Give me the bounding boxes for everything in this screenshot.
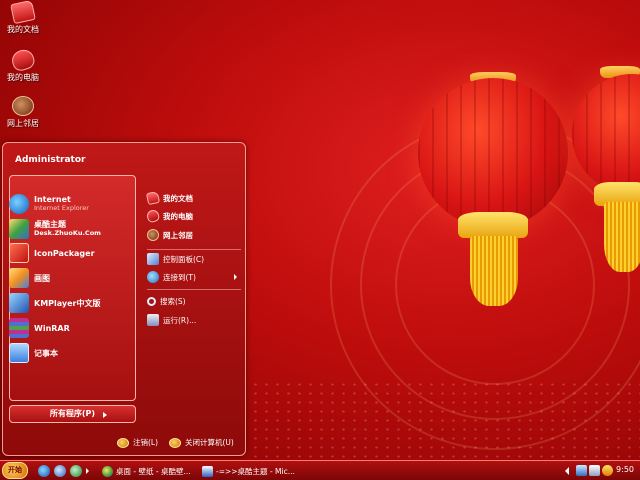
kmplayer-icon — [9, 293, 29, 313]
taskbar-item-word[interactable]: -=>>桌酷主题 - Mic... — [200, 463, 295, 479]
pinned-item-notepad[interactable]: 记事本 — [9, 342, 125, 364]
power-icon — [169, 437, 181, 448]
menu-item-network-places[interactable]: 网上邻居 — [147, 227, 241, 243]
pinned-item-name: IconPackager — [34, 248, 95, 258]
menu-item-connect-to[interactable]: 连接到(T) — [147, 269, 241, 285]
desktop-icon-label: 我的电脑 — [7, 73, 39, 82]
pinned-item-internet[interactable]: Internet Internet Explorer — [9, 193, 125, 215]
browser-icon — [102, 465, 113, 477]
menu-item-run[interactable]: 运行(R)... — [147, 312, 241, 328]
menu-item-my-documents[interactable]: 我的文档 — [145, 190, 241, 206]
pinned-item-kmplayer[interactable]: KMPlayer中文版 — [9, 292, 125, 314]
menu-item-control-panel[interactable]: 控制面板(C) — [147, 251, 241, 267]
folder-icon — [145, 190, 161, 206]
winrar-icon — [9, 318, 29, 338]
media-quicklaunch-icon[interactable] — [70, 465, 82, 477]
ie-quicklaunch-icon[interactable] — [38, 465, 50, 477]
more-quicklaunch-icon[interactable] — [86, 468, 92, 474]
pinned-item-iconpackager[interactable]: IconPackager — [9, 242, 125, 264]
word-icon — [202, 465, 213, 477]
control-panel-icon — [147, 253, 159, 265]
menu-item-label: 我的文档 — [163, 193, 193, 203]
shutdown-label: 关闭计算机(U) — [185, 438, 234, 447]
menu-item-label: 连接到(T) — [163, 272, 196, 282]
desktop-icon-label: 网上邻居 — [7, 119, 39, 128]
desktop-icon-my-computer[interactable]: 我的电脑 — [0, 47, 46, 83]
network-icon — [12, 96, 34, 116]
menu-item-my-computer[interactable]: 我的电脑 — [145, 208, 241, 224]
pinned-item-name: 桌酷主题 — [34, 220, 66, 229]
pinned-item-name: KMPlayer中文版 — [34, 298, 101, 308]
desktop-icon-network-places[interactable]: 网上邻居 — [0, 96, 46, 129]
pinned-item-name: 记事本 — [34, 348, 58, 358]
menu-separator — [147, 289, 241, 290]
network-icon — [147, 229, 159, 241]
pinned-item-subtitle: Desk.ZhuoKu.Com — [34, 229, 101, 237]
menu-item-label: 运行(R)... — [163, 315, 197, 325]
clock: 9:50 — [616, 465, 634, 474]
search-icon — [147, 296, 156, 306]
pinned-item-subtitle: Internet Explorer — [34, 204, 89, 212]
browser-quicklaunch-icon[interactable] — [54, 465, 66, 477]
taskbar-item-label: 桌面 - 壁纸 - 桌酷壁... — [116, 466, 191, 476]
app-tray-icon[interactable] — [602, 465, 613, 476]
menu-item-search[interactable]: 搜索(S) — [147, 293, 241, 309]
taskbar-item-browser[interactable]: 桌面 - 壁纸 - 桌酷壁... — [100, 463, 191, 479]
computer-icon — [9, 47, 37, 73]
submenu-arrow-icon — [234, 274, 237, 280]
zhuoku-icon — [9, 219, 29, 239]
taskbar-item-label: -=>>桌酷主题 - Mic... — [216, 466, 295, 476]
menu-separator — [147, 249, 241, 250]
desktop-icon-my-documents[interactable]: 我的文档 — [0, 0, 46, 35]
start-button[interactable]: 开始 — [2, 462, 28, 479]
computer-icon — [145, 208, 161, 224]
taskbar: 开始 桌面 - 壁纸 - 桌酷壁... -=>>桌酷主题 - Mic... 9:… — [0, 460, 640, 480]
menu-item-label: 搜索(S) — [160, 296, 186, 306]
arrow-right-icon — [103, 412, 107, 418]
all-programs-label: 所有程序(P) — [49, 409, 96, 418]
menu-item-label: 网上邻居 — [163, 230, 193, 240]
logoff-label: 注销(L) — [133, 438, 159, 447]
logoff-icon — [117, 437, 129, 448]
folder-icon — [10, 0, 36, 25]
pinned-item-name: Internet — [34, 195, 71, 204]
notepad-icon — [9, 343, 29, 363]
tray-expand-icon[interactable] — [565, 467, 569, 475]
sparkle-decoration — [250, 380, 640, 460]
pinned-item-winrar[interactable]: WinRAR — [9, 317, 125, 339]
start-menu: Administrator Internet Internet Explorer… — [2, 142, 246, 456]
pinned-item-paint[interactable]: 画图 — [9, 267, 125, 289]
menu-item-label: 我的电脑 — [163, 211, 193, 221]
logoff-button[interactable]: 注销(L) — [117, 437, 158, 448]
start-label: 开始 — [8, 466, 22, 474]
volume-tray-icon[interactable] — [589, 465, 600, 476]
iconpackager-icon — [9, 243, 29, 263]
ie-icon — [9, 194, 29, 214]
menu-item-label: 控制面板(C) — [163, 254, 205, 264]
shutdown-button[interactable]: 关闭计算机(U) — [169, 437, 234, 448]
pinned-item-zhuoku[interactable]: 桌酷主题 Desk.ZhuoKu.Com — [9, 218, 125, 240]
desktop-icon-label: 我的文档 — [7, 25, 39, 34]
pinned-item-name: 画图 — [34, 273, 50, 283]
paint-icon — [9, 268, 29, 288]
run-icon — [147, 314, 159, 326]
user-name: Administrator — [15, 155, 86, 165]
all-programs-button[interactable]: 所有程序(P) — [9, 405, 136, 423]
network-tray-icon[interactable] — [576, 465, 587, 476]
globe-icon — [147, 271, 159, 283]
pinned-item-name: WinRAR — [34, 323, 70, 333]
